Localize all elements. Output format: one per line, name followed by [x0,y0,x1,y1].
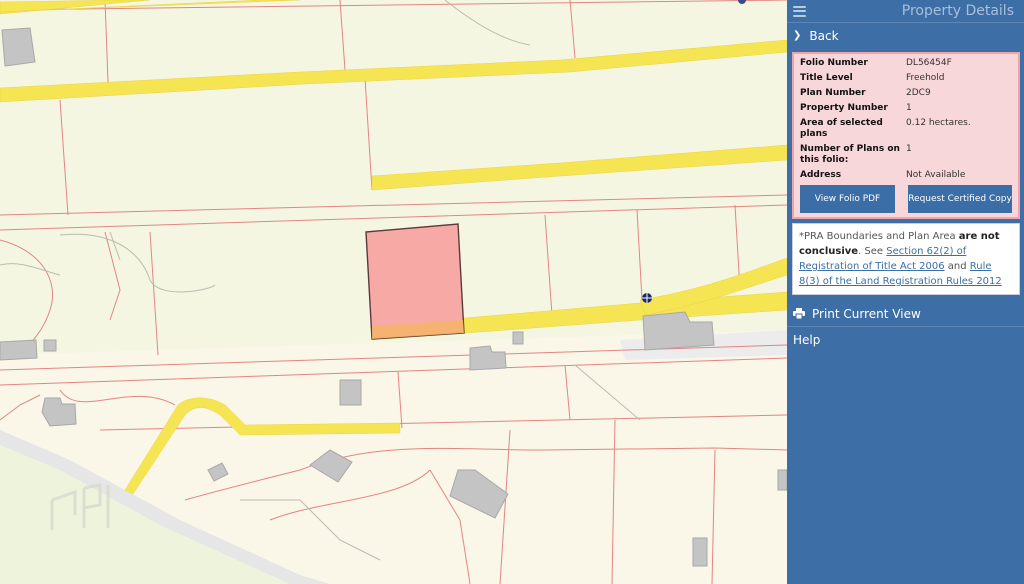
chevron-right-icon: ❯ [793,30,802,41]
detail-row: Property Number 1 [800,103,912,113]
boundary-notice: *PRA Boundaries and Plan Area are not co… [792,223,1020,295]
survey-marker-icon [642,293,652,303]
detail-row: Folio Number DL56454F [800,58,952,68]
help-label: Help [793,333,821,347]
panel-title: Property Details [901,3,1014,19]
map-view[interactable] [0,0,787,584]
back-label: Back [809,28,839,43]
detail-row: Title Level Freehold [800,73,945,83]
printer-icon [793,308,805,319]
request-certified-copy-button[interactable]: Request Certified Copy [908,185,1012,213]
view-folio-pdf-button[interactable]: View Folio PDF [800,185,895,213]
back-button[interactable]: ❯ Back [787,22,1024,48]
panel-header: Property Details [787,0,1024,22]
map-canvas[interactable] [0,0,787,584]
property-details-panel: Property Details ❯ Back Folio Number DL5… [787,0,1024,584]
folio-details-box: Folio Number DL56454F Title Level Freeho… [792,52,1020,219]
detail-row: Plan Number 2DC9 [800,88,931,98]
detail-row: Address Not Available [800,170,966,180]
detail-row: Area of selected plans 0.12 hectares. [800,118,971,139]
print-label: Print Current View [812,306,921,321]
print-current-view-button[interactable]: Print Current View [787,301,1024,327]
help-button[interactable]: Help [787,327,1024,353]
menu-icon[interactable] [793,5,806,17]
detail-row: Number of Plans on this folio: 1 [800,144,912,165]
